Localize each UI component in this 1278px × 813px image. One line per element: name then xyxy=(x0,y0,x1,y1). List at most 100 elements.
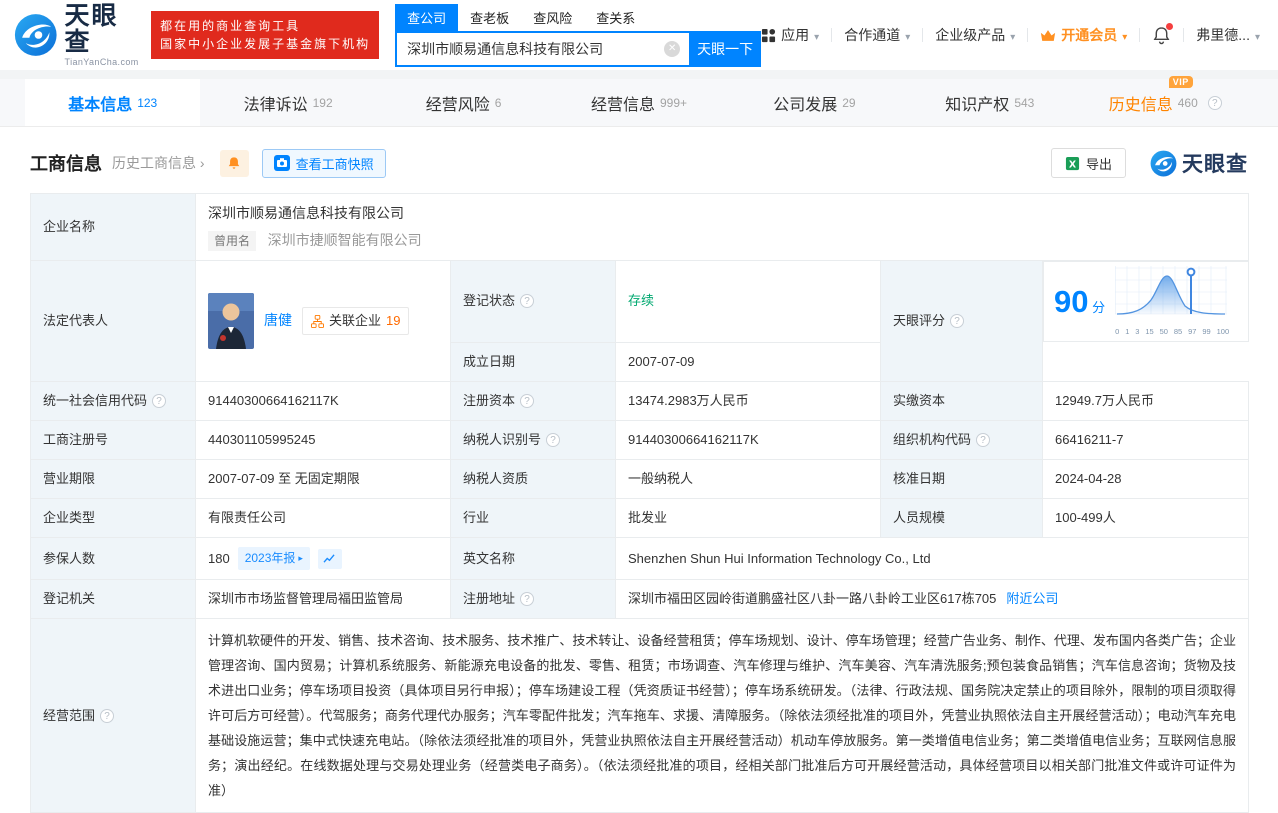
related-companies-label: 关联企业 xyxy=(329,313,382,328)
tab-company-development[interactable]: 公司发展 29 xyxy=(727,79,902,126)
slogan-banner: 都在用的商业查询工具 国家中小企业发展子基金旗下机构 xyxy=(151,11,380,59)
staff-size: 100-499人 xyxy=(1041,498,1250,539)
apps-grid-icon xyxy=(762,28,776,42)
trend-chart-button[interactable] xyxy=(317,548,342,569)
tab-count: 460 xyxy=(1177,95,1198,110)
table-row-insured: 参保人数 180 2023年报 英文名称 Shenzhen Shun Hui I… xyxy=(30,537,1250,580)
tab-legal-litigation[interactable]: 法律诉讼 192 xyxy=(200,79,375,126)
registered-address: 深圳市福田区园岭街道鹏盛社区八卦一路八卦岭工业区617栋705 xyxy=(628,590,997,606)
annual-report-badge[interactable]: 2023年报 xyxy=(237,547,310,570)
nav-item-enterprise[interactable]: 企业级产品 xyxy=(935,25,1015,45)
help-icon[interactable] xyxy=(950,314,965,328)
nearby-companies-link[interactable]: 附近公司 xyxy=(1006,591,1058,606)
registered-capital: 13474.2983万人民币 xyxy=(615,380,881,421)
field-label-text: 天眼评分 xyxy=(893,313,946,328)
field-label: 成立日期 xyxy=(450,341,616,382)
slogan-line2: 国家中小企业发展子基金旗下机构 xyxy=(160,37,371,51)
score-distribution-chart: 0 1 3 15 50 85 97 99 100 xyxy=(1115,266,1229,337)
top-header: 天眼查 TianYanCha.com 都在用的商业查询工具 国家中小企业发展子基… xyxy=(0,0,1278,70)
business-registration-table: 企业名称 深圳市顺易通信息科技有限公司 曾用名 深圳市捷顺智能有限公司 法定代表… xyxy=(30,192,1250,813)
tab-business-info[interactable]: 经营信息 999+ xyxy=(551,79,726,126)
search-button[interactable]: 天眼一下 xyxy=(689,30,762,67)
nav-item-apps[interactable]: 应用 xyxy=(761,25,819,45)
help-icon[interactable] xyxy=(546,432,561,447)
tianyancha-logo[interactable]: 天眼查 TianYanCha.com xyxy=(14,3,141,67)
field-label: 企业类型 xyxy=(30,498,196,539)
history-registration-link[interactable]: 历史工商信息 xyxy=(112,153,205,173)
related-companies-badge[interactable]: 关联企业 19 xyxy=(302,307,410,336)
chevron-down-icon xyxy=(905,27,910,43)
notification-bell-button[interactable] xyxy=(1152,22,1174,45)
table-row-legal-rep: 法定代表人 唐健 关联企业 19 登记状态? 存续 天眼评分? 90 分 0 1… xyxy=(30,260,1249,382)
table-row-company-name: 企业名称 深圳市顺易通信息科技有限公司 曾用名 深圳市捷顺智能有限公司 xyxy=(30,192,1250,262)
tab-operation-risk[interactable]: 经营风险 6 xyxy=(376,79,551,126)
tab-history-info[interactable]: 历史信息 VIP 460 xyxy=(1078,75,1253,126)
legal-rep-photo[interactable] xyxy=(208,293,254,350)
help-icon[interactable] xyxy=(520,393,535,408)
alert-bell-icon xyxy=(228,157,240,169)
tick-label: 15 xyxy=(1145,326,1154,336)
monitor-alert-button[interactable] xyxy=(219,149,249,177)
tab-count: 6 xyxy=(494,95,502,110)
clear-search-icon[interactable] xyxy=(664,40,681,57)
score-unit: 分 xyxy=(1092,299,1106,315)
field-label: 登记状态 xyxy=(450,260,616,343)
enterprise-type: 有限责任公司 xyxy=(195,498,451,539)
search-input[interactable] xyxy=(395,30,690,67)
svg-text:X: X xyxy=(1069,159,1077,170)
former-name: 深圳市捷顺智能有限公司 xyxy=(267,231,422,248)
export-button[interactable]: X 导出 xyxy=(1050,148,1126,178)
search-tab-relation[interactable]: 查关系 xyxy=(584,4,647,31)
tianyancha-watermark: 天眼查 xyxy=(1150,148,1248,178)
field-label: 实缴资本 xyxy=(880,380,1043,421)
registration-status: 存续 xyxy=(628,293,655,309)
field-label: 注册地址 xyxy=(450,578,616,620)
field-label-text: 注册地址 xyxy=(463,590,516,606)
nav-item-vip-upgrade[interactable]: 开通会员 xyxy=(1040,25,1127,45)
nav-partner-label: 合作通道 xyxy=(844,27,901,43)
nav-item-user-menu[interactable]: 弗里德... xyxy=(1196,25,1260,45)
camera-icon xyxy=(273,155,290,171)
divider xyxy=(1027,28,1029,42)
legal-rep-name-link[interactable]: 唐健 xyxy=(264,310,292,332)
vip-badge: VIP xyxy=(1168,75,1193,88)
tianyancha-logo-icon xyxy=(1150,150,1177,176)
divider xyxy=(1139,28,1141,42)
help-icon[interactable] xyxy=(152,393,167,408)
tab-label: 法律诉讼 xyxy=(243,96,308,114)
help-icon[interactable] xyxy=(520,591,535,606)
help-icon[interactable] xyxy=(1207,95,1222,110)
nav-item-partner[interactable]: 合作通道 xyxy=(844,25,910,45)
field-label: 统一社会信用代码 xyxy=(30,380,196,421)
line-chart-icon xyxy=(323,554,336,563)
business-snapshot-button[interactable]: 查看工商快照 xyxy=(261,148,386,178)
tab-intellectual-property[interactable]: 知识产权 543 xyxy=(902,79,1077,126)
tick-label: 97 xyxy=(1188,326,1197,336)
table-row-registration-numbers: 工商注册号 440301105995245 纳税人识别号 91440300664… xyxy=(30,419,1250,461)
search-tabs: 查公司 查老板 查风险 查关系 xyxy=(395,3,761,31)
field-label: 工商注册号 xyxy=(30,419,196,461)
help-icon[interactable] xyxy=(976,432,991,447)
tab-basic-info[interactable]: 基本信息 123 xyxy=(25,79,201,126)
tianyan-score: 90 xyxy=(1054,283,1089,319)
person-photo-placeholder xyxy=(208,293,254,350)
search-tab-risk[interactable]: 查风险 xyxy=(521,4,584,31)
field-label: 企业名称 xyxy=(30,192,196,262)
insured-count: 180 xyxy=(208,550,230,566)
field-label-text: 统一社会信用代码 xyxy=(43,392,148,408)
field-label: 经营范围 xyxy=(30,618,196,813)
tick-label: 50 xyxy=(1159,326,1168,336)
taxpayer-id: 91440300664162117K xyxy=(615,419,881,461)
tab-count: 123 xyxy=(137,95,158,110)
search-tab-boss[interactable]: 查老板 xyxy=(458,4,521,31)
help-icon[interactable] xyxy=(520,294,535,309)
field-label: 纳税人识别号 xyxy=(450,419,616,461)
field-label: 注册资本 xyxy=(450,380,616,421)
tab-count: 29 xyxy=(842,95,856,110)
tick-label: 3 xyxy=(1135,326,1140,336)
help-icon[interactable] xyxy=(100,708,115,723)
tab-count: 999+ xyxy=(659,95,687,110)
tab-label: 知识产权 xyxy=(945,96,1010,114)
crown-icon xyxy=(1041,29,1056,41)
search-tab-company[interactable]: 查公司 xyxy=(395,3,459,31)
